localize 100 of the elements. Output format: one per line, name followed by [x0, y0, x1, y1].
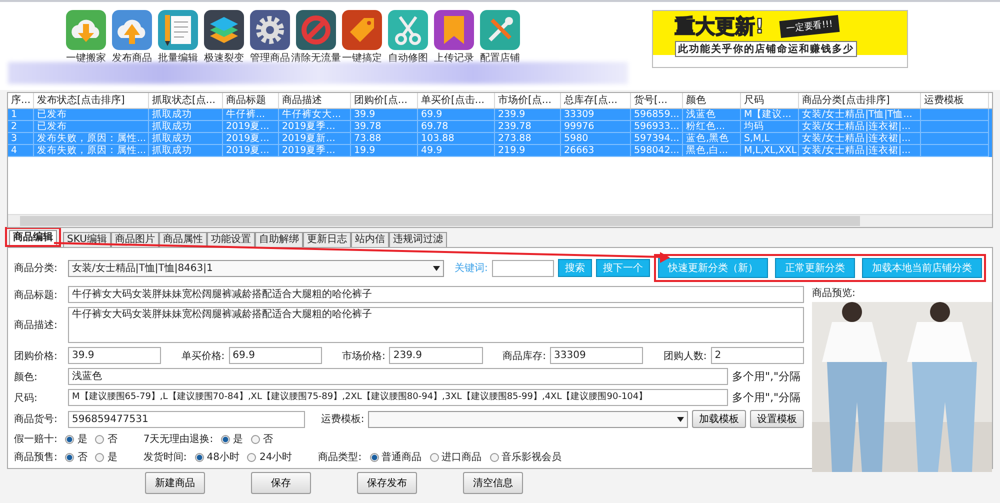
column-header[interactable]: 单买价[点击... — [418, 93, 495, 108]
column-header[interactable]: 货号[... — [631, 93, 683, 108]
table-cell: 女装/女士精品|连衣裙|... — [799, 145, 921, 157]
tab[interactable]: 更新日志 — [302, 232, 351, 247]
radio-option[interactable]: 是 — [65, 432, 88, 446]
action-button[interactable]: 保存发布 — [357, 472, 417, 494]
hint-text: 多个用","分隔 — [732, 390, 801, 405]
column-header[interactable]: 抓取状态[点... — [149, 93, 223, 108]
column-header[interactable]: 团购价[点... — [351, 93, 418, 108]
size-field[interactable]: M【建议腰围65-79】,L【建议腰围70-84】,XL【建议腰围75-89】,2XL【建议腰围80-94】,3XL【建议腰围85-99】,4XL【建议腰围90-104】 — [68, 389, 728, 406]
tag-icon[interactable] — [342, 10, 382, 50]
column-header[interactable]: 商品分类[点击排序] — [799, 93, 921, 108]
toolbar-label: 管理商品 — [250, 52, 290, 65]
tab[interactable]: 商品编辑 — [9, 230, 57, 245]
table-cell: 黑色,白... — [683, 145, 741, 157]
keyword-field[interactable] — [492, 260, 554, 276]
layers-icon[interactable] — [204, 10, 244, 50]
sku-field[interactable]: 596859477531 — [68, 410, 305, 428]
column-header[interactable]: 发布状态[点击排序] — [34, 93, 149, 108]
table-cell: 4 — [8, 145, 34, 157]
action-button[interactable]: 清空信息 — [463, 472, 523, 494]
caret-icon — [433, 266, 440, 270]
price-field[interactable]: 33309 — [550, 347, 644, 364]
no-entry-icon[interactable] — [296, 10, 336, 50]
toolbar-label: 一键搞定 — [342, 52, 382, 65]
toolbar-label: 一键搬家 — [66, 52, 106, 65]
tab[interactable]: 违规词过滤 — [388, 232, 447, 247]
shipping-dropdown[interactable] — [368, 410, 688, 428]
table-cell: 598042... — [631, 145, 683, 157]
radio-option[interactable]: 是 — [221, 432, 244, 446]
column-header[interactable]: 颜色 — [683, 93, 741, 108]
category-dropdown[interactable]: 女装/女士精品|T恤|T恤|8463|1 — [68, 260, 444, 276]
tab[interactable]: 站内信 — [350, 232, 389, 247]
template-button[interactable]: 加载模板 — [692, 410, 746, 428]
column-header[interactable]: 商品描述 — [279, 93, 351, 108]
action-button[interactable]: 新建商品 — [145, 472, 205, 494]
tab[interactable]: 自助解绑 — [254, 232, 303, 247]
table-cell: 发布失败，原因：属性... — [34, 145, 149, 157]
radio-option[interactable]: 否 — [65, 450, 88, 464]
radio-option[interactable]: 普通商品 — [370, 450, 422, 464]
price-field[interactable]: 69.9 — [228, 347, 322, 364]
radio-option[interactable]: 24小时 — [247, 450, 292, 464]
field-label: 发货时间: — [143, 450, 187, 464]
table-cell: 49.9 — [418, 145, 495, 157]
scissors-icon[interactable] — [388, 10, 428, 50]
cloud-download-icon[interactable] — [66, 10, 106, 50]
field-label: 商品预售: — [14, 450, 58, 464]
field-label: 团购价格: — [14, 350, 58, 362]
radio-option[interactable]: 否 — [251, 432, 274, 446]
template-button[interactable]: 设置模板 — [750, 410, 804, 428]
price-field[interactable]: 2 — [710, 347, 804, 364]
column-header[interactable]: 市场价[点... — [495, 93, 561, 108]
toolbar-label: 自动修图 — [388, 52, 428, 65]
toolbar-label: 极速裂变 — [204, 52, 244, 65]
table-cell: 19.9 — [351, 145, 418, 157]
field-label: 单买价格: — [181, 350, 225, 362]
radio-option[interactable]: 是 — [95, 450, 118, 464]
field-label: 尺码: — [14, 392, 38, 404]
title-field[interactable]: 牛仔裤女大码女装胖妹妹宽松阔腿裤减龄搭配适合大腿粗的哈伦裤子 — [68, 286, 804, 303]
radio-option[interactable]: 进口商品 — [430, 450, 482, 464]
caret-icon — [677, 416, 684, 422]
bookmark-icon[interactable] — [434, 10, 474, 50]
radio-option[interactable]: 音乐影视会员 — [490, 450, 562, 464]
field-label: 团购人数: — [663, 350, 707, 362]
table-cell: 2019夏季... — [279, 145, 351, 157]
radio-option[interactable]: 48小时 — [194, 450, 240, 464]
toolbar-label: 发布商品 — [112, 52, 152, 65]
banner-title: 重大更新! — [675, 13, 764, 40]
color-field[interactable]: 浅蓝色 — [68, 368, 728, 385]
column-header[interactable]: 序... — [8, 93, 34, 108]
field-label: 商品描述: — [14, 318, 58, 332]
description-field[interactable]: 牛仔裤女大码女装胖妹妹宽松阔腿裤减龄搭配适合大腿粗的哈伦裤子 — [68, 307, 804, 343]
table-cell: 219.9 — [495, 145, 561, 157]
toolbar-label: 清除无流量 — [291, 52, 341, 65]
preview-label: 商品预览: — [812, 286, 856, 300]
price-field[interactable]: 239.9 — [389, 347, 483, 364]
column-header[interactable]: 总库存[点... — [561, 93, 631, 108]
field-label: 颜色: — [14, 370, 38, 384]
toolbar-label: 配置店铺 — [480, 52, 520, 65]
column-header[interactable]: 尺码 — [741, 93, 799, 108]
price-field[interactable]: 39.9 — [68, 347, 162, 364]
action-button[interactable]: 保存 — [251, 472, 311, 494]
gear-icon[interactable] — [250, 10, 290, 50]
hint-text: 多个用","分隔 — [732, 369, 801, 384]
radio-option[interactable]: 否 — [95, 432, 118, 446]
banner-badge: 一定要看!!! — [779, 14, 840, 38]
cloud-upload-icon[interactable] — [112, 10, 152, 50]
keyword-label: 关键词: — [454, 262, 488, 275]
field-label: 商品类型: — [318, 450, 362, 464]
horizontal-scrollbar[interactable] — [8, 214, 992, 227]
update-banner[interactable]: 重大更新! 一定要看!!! 此功能关乎你的店铺命运和赚钱多少 — [652, 10, 908, 68]
toolbar-label: 上传记录 — [434, 52, 474, 65]
toolbar-label: 批量编辑 — [158, 52, 198, 65]
notepad-pencil-icon[interactable] — [158, 10, 198, 50]
column-header[interactable]: 商品标题 — [223, 93, 279, 108]
column-header[interactable]: 运费模板 — [921, 93, 989, 108]
field-label: 7天无理由退换: — [143, 432, 214, 446]
table-cell: 2019夏... — [223, 145, 279, 157]
tab[interactable]: 功能设置 — [206, 232, 255, 247]
banner-subtitle: 此功能关乎你的店铺命运和赚钱多少 — [675, 41, 857, 57]
